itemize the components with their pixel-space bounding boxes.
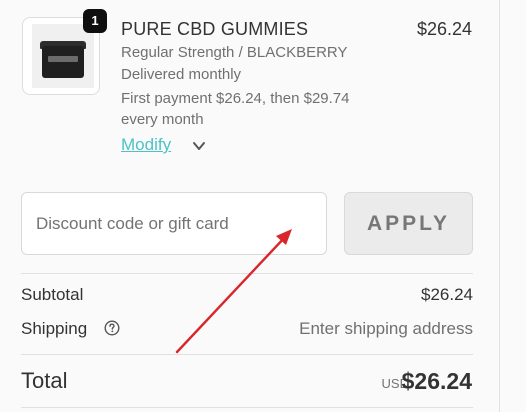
shipping-value: Enter shipping address [299, 319, 473, 338]
subtotal-value: $26.24 [421, 285, 473, 304]
divider [21, 273, 473, 274]
shipping-label: Shipping [21, 319, 88, 338]
apply-button[interactable]: APPLY [344, 192, 473, 255]
total-value: $26.24 [401, 368, 472, 394]
quantity-badge: 1 [83, 9, 107, 33]
product-title: PURE CBD GUMMIES [121, 19, 309, 39]
jar-label-shape [48, 56, 78, 62]
question-circle-icon[interactable] [104, 320, 120, 336]
divider [21, 407, 473, 408]
delivery-frequency: Delivered monthly [121, 66, 242, 83]
payment-terms-line1: First payment $26.24, then $29.74 [121, 90, 350, 107]
subtotal-label: Subtotal [21, 285, 84, 304]
product-image [32, 24, 94, 88]
payment-terms-line2: every month [121, 111, 204, 128]
total-label: Total [21, 368, 68, 393]
jar-body-shape [42, 46, 84, 78]
modify-link[interactable]: Modify [121, 135, 171, 155]
product-price: $26.24 [416, 19, 472, 39]
sidebar-border [499, 0, 500, 412]
discount-code-input[interactable] [21, 192, 327, 255]
product-variant: Regular Strength / BLACKBERRY [121, 44, 348, 61]
divider [21, 354, 473, 355]
chevron-down-icon[interactable] [192, 139, 206, 153]
